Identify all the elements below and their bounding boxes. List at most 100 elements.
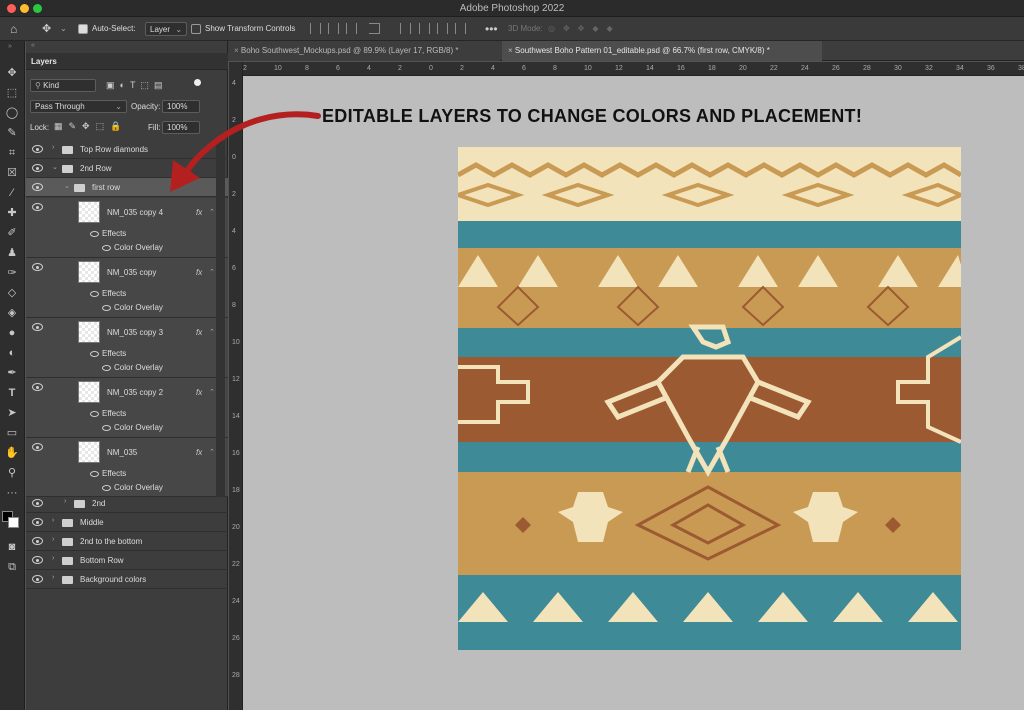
fx-badge[interactable]: fx bbox=[196, 448, 202, 457]
fx-badge[interactable]: fx bbox=[196, 328, 202, 337]
visibility-eye-icon[interactable] bbox=[32, 518, 43, 526]
expand-arrow-icon[interactable]: › bbox=[52, 574, 54, 581]
layer-group-row[interactable]: › Background colors bbox=[26, 570, 228, 589]
quick-selection-tool-icon[interactable]: ✎ bbox=[4, 126, 20, 140]
eyedropper-tool-icon[interactable]: ⁄ bbox=[4, 186, 20, 200]
move-tool-icon[interactable]: ✥ bbox=[42, 22, 51, 36]
visibility-eye-icon[interactable] bbox=[32, 203, 43, 211]
collapse-arrow-icon[interactable]: ⌄ bbox=[64, 182, 70, 190]
effects-eye-icon[interactable] bbox=[90, 351, 99, 357]
quick-mask-icon[interactable]: ◙ bbox=[4, 540, 20, 554]
color-overlay-eye-icon[interactable] bbox=[102, 485, 111, 491]
visibility-eye-icon[interactable] bbox=[32, 323, 43, 331]
collapse-effects-icon[interactable]: ⌃ bbox=[209, 328, 215, 336]
healing-brush-tool-icon[interactable]: ✚ bbox=[4, 206, 20, 220]
visibility-eye-icon[interactable] bbox=[32, 556, 43, 564]
marquee-tool-icon[interactable]: ⬚ bbox=[4, 86, 20, 100]
lock-options-icons[interactable]: ▦✎✥⬚🔒 bbox=[54, 121, 127, 132]
frame-tool-icon[interactable]: ☒ bbox=[4, 166, 20, 180]
expand-arrow-icon[interactable]: › bbox=[64, 498, 66, 505]
layer-group-row[interactable]: › 2nd bbox=[26, 494, 228, 513]
history-brush-tool-icon[interactable]: ✑ bbox=[4, 266, 20, 280]
visibility-eye-icon[interactable] bbox=[32, 443, 43, 451]
align-top-icon[interactable] bbox=[369, 23, 380, 34]
auto-select-checkbox[interactable] bbox=[78, 24, 88, 34]
effects-eye-icon[interactable] bbox=[90, 291, 99, 297]
auto-select-dropdown[interactable]: Layer ⌄ bbox=[145, 22, 188, 36]
three-d-tools-icons[interactable]: ◎✥✥◆◆ bbox=[548, 22, 621, 36]
document-tab[interactable]: × Boho Southwest_Mockups.psd @ 89.9% (La… bbox=[228, 41, 500, 61]
color-overlay-eye-icon[interactable] bbox=[102, 425, 111, 431]
rectangle-tool-icon[interactable]: ▭ bbox=[4, 426, 20, 440]
color-overlay-eye-icon[interactable] bbox=[102, 305, 111, 311]
collapse-effects-icon[interactable]: ⌃ bbox=[209, 208, 215, 216]
more-options-icon[interactable]: ••• bbox=[485, 22, 498, 36]
layer-row[interactable]: NM_035 copy 4 fx ⌃ Effects Color Overlay bbox=[26, 198, 228, 258]
visibility-eye-icon[interactable] bbox=[32, 499, 43, 507]
brush-tool-icon[interactable]: ✐ bbox=[4, 226, 20, 240]
color-overlay-label[interactable]: Color Overlay bbox=[114, 483, 163, 492]
move-tool-icon[interactable]: ✥ bbox=[4, 66, 20, 80]
visibility-eye-icon[interactable] bbox=[32, 145, 43, 153]
eraser-tool-icon[interactable]: ◇ bbox=[4, 286, 20, 300]
color-overlay-label[interactable]: Color Overlay bbox=[114, 303, 163, 312]
layers-panel-tab[interactable]: Layers bbox=[26, 53, 228, 70]
layer-group-row[interactable]: › Bottom Row bbox=[26, 551, 228, 570]
clone-stamp-tool-icon[interactable]: ♟ bbox=[4, 246, 20, 260]
type-tool-icon[interactable]: T bbox=[4, 386, 20, 400]
color-overlay-eye-icon[interactable] bbox=[102, 245, 111, 251]
close-tab-icon[interactable]: × bbox=[508, 46, 513, 55]
close-tab-icon[interactable]: × bbox=[234, 46, 239, 55]
align-left-icon[interactable] bbox=[310, 23, 321, 34]
visibility-eye-icon[interactable] bbox=[32, 537, 43, 545]
color-overlay-eye-icon[interactable] bbox=[102, 365, 111, 371]
lasso-tool-icon[interactable]: ◯ bbox=[4, 106, 20, 120]
collapse-effects-icon[interactable]: ⌃ bbox=[209, 448, 215, 456]
visibility-eye-icon[interactable] bbox=[32, 183, 43, 191]
document-tab-active[interactable]: × Southwest Boho Pattern 01_editable.psd… bbox=[502, 41, 822, 61]
blend-mode-dropdown[interactable]: Pass Through ⌄ bbox=[30, 100, 127, 113]
layer-group-row[interactable]: › 2nd to the bottom bbox=[26, 532, 228, 551]
layer-row[interactable]: NM_035 copy 2 fx ⌃ Effects Color Overlay bbox=[26, 378, 228, 438]
expand-arrow-icon[interactable]: › bbox=[52, 536, 54, 543]
collapse-tools-icon[interactable]: » bbox=[8, 43, 12, 50]
fx-badge[interactable]: fx bbox=[196, 208, 202, 217]
filter-kind-dropdown[interactable]: ⚲ Kind bbox=[30, 79, 96, 92]
visibility-eye-icon[interactable] bbox=[32, 383, 43, 391]
expand-arrow-icon[interactable]: › bbox=[52, 555, 54, 562]
crop-tool-icon[interactable]: ⌗ bbox=[4, 146, 20, 160]
effects-eye-icon[interactable] bbox=[90, 411, 99, 417]
collapse-panel-icon[interactable]: « bbox=[31, 42, 35, 49]
distribute-spacing-icon[interactable] bbox=[455, 23, 466, 34]
expand-arrow-icon[interactable]: › bbox=[52, 144, 54, 151]
screen-mode-icon[interactable]: ⧉ bbox=[4, 560, 20, 574]
collapse-effects-icon[interactable]: ⌃ bbox=[209, 388, 215, 396]
dodge-tool-icon[interactable]: ◐ bbox=[4, 346, 20, 360]
expand-arrow-icon[interactable]: › bbox=[52, 517, 54, 524]
fx-badge[interactable]: fx bbox=[196, 268, 202, 277]
align-center-icon[interactable] bbox=[328, 23, 339, 34]
visibility-eye-icon[interactable] bbox=[32, 263, 43, 271]
layer-row[interactable]: NM_035 copy 3 fx ⌃ Effects Color Overlay bbox=[26, 318, 228, 378]
collapse-arrow-icon[interactable]: ⌄ bbox=[52, 163, 58, 171]
paint-bucket-tool-icon[interactable]: ◈ bbox=[4, 306, 20, 320]
layer-group-row[interactable]: › Middle bbox=[26, 513, 228, 532]
align-right-icon[interactable] bbox=[346, 23, 357, 34]
blur-tool-icon[interactable]: ● bbox=[4, 326, 20, 340]
layer-row[interactable]: NM_035 copy fx ⌃ Effects Color Overlay bbox=[26, 258, 228, 318]
fx-badge[interactable]: fx bbox=[196, 388, 202, 397]
home-icon[interactable]: ⌂ bbox=[10, 22, 17, 36]
zoom-tool-icon[interactable]: ⚲ bbox=[4, 466, 20, 480]
show-transform-controls-checkbox[interactable] bbox=[191, 24, 201, 34]
color-overlay-label[interactable]: Color Overlay bbox=[114, 243, 163, 252]
collapse-effects-icon[interactable]: ⌃ bbox=[209, 268, 215, 276]
align-vertical-center-icon[interactable] bbox=[400, 23, 411, 34]
pen-tool-icon[interactable]: ✒ bbox=[4, 366, 20, 380]
layer-filter-icons[interactable]: ▣◐T⬚▤ bbox=[106, 80, 167, 91]
layer-row[interactable]: NM_035 fx ⌃ Effects Color Overlay bbox=[26, 438, 228, 497]
boho-pattern-artwork[interactable] bbox=[458, 147, 961, 650]
hand-tool-icon[interactable]: ✋ bbox=[4, 446, 20, 460]
align-bottom-icon[interactable] bbox=[419, 23, 430, 34]
tool-preset-chevron-icon[interactable]: ⌄ bbox=[60, 22, 67, 36]
edit-toolbar-icon[interactable]: ··· bbox=[4, 486, 20, 500]
